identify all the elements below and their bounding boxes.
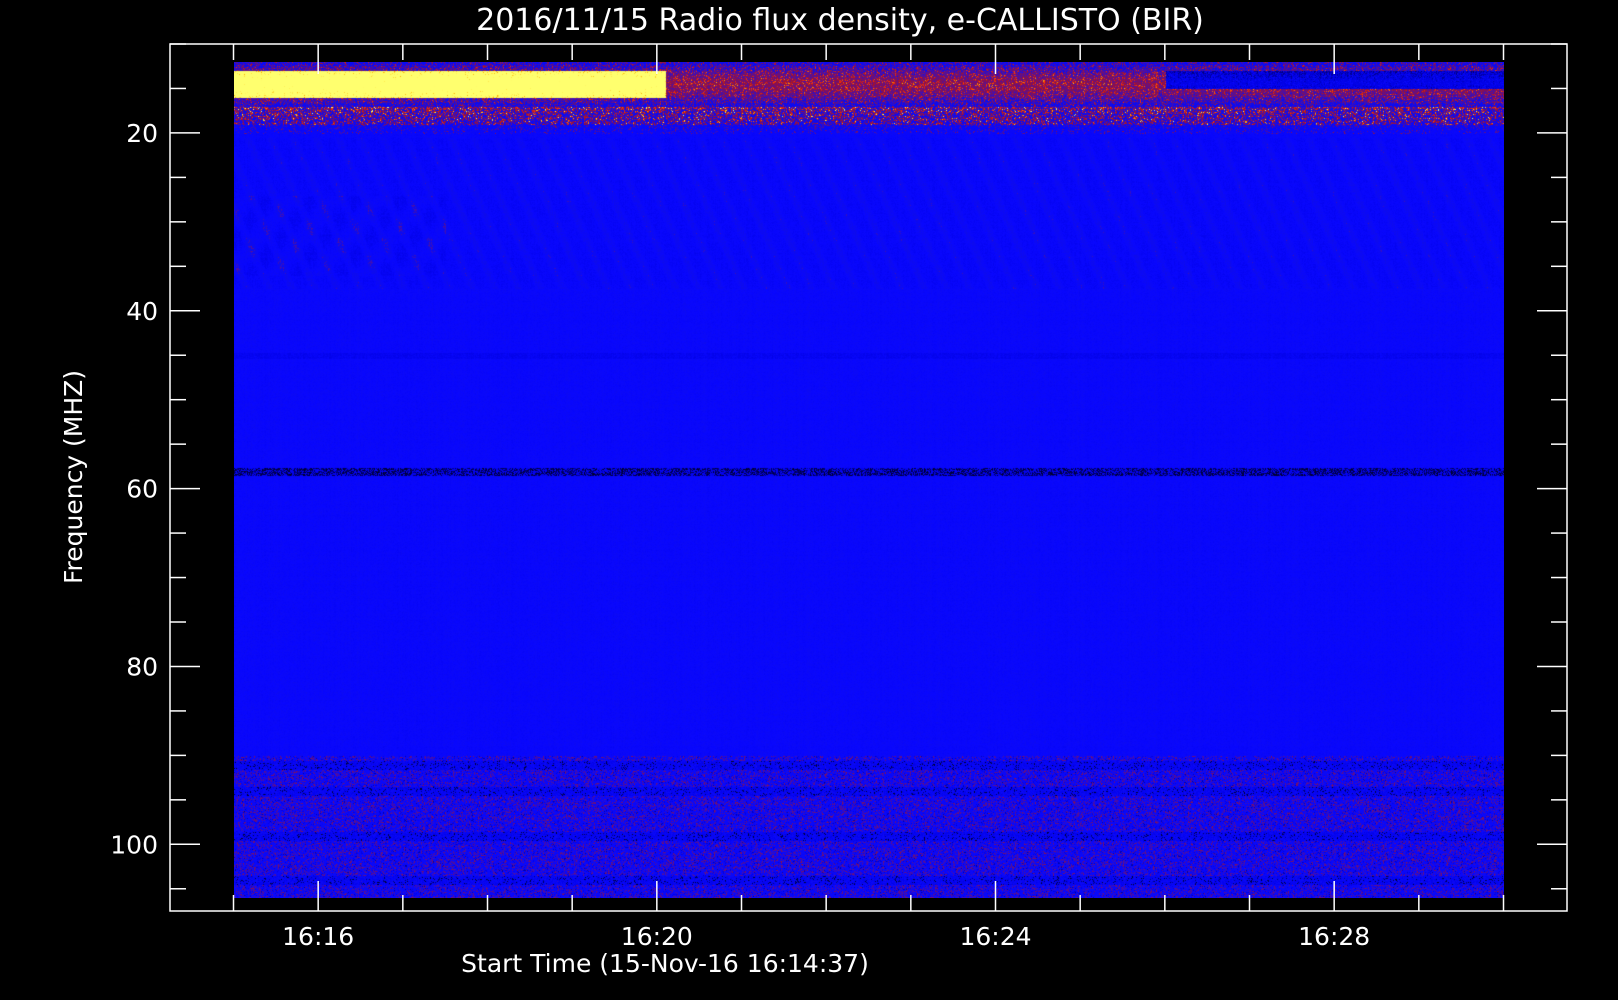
x-tick-label: 16:16 — [282, 922, 354, 951]
y-tick-label: 20 — [126, 119, 158, 148]
x-axis-title: Start Time (15-Nov-16 16:14:37) — [461, 949, 869, 978]
y-tick-label: 40 — [126, 297, 158, 326]
x-tick-label: 16:28 — [1298, 922, 1370, 951]
y-tick-label: 80 — [126, 652, 158, 681]
y-tick-label: 100 — [110, 830, 158, 859]
chart-title: 2016/11/15 Radio flux density, e-CALLIST… — [476, 3, 1204, 38]
x-tick-label: 16:24 — [959, 922, 1031, 951]
y-axis-title: Frequency (MHZ) — [59, 370, 88, 584]
spectrogram-heatmap — [234, 62, 1504, 898]
y-tick-label: 60 — [126, 475, 158, 504]
heatmap-layer — [234, 62, 1504, 898]
spectrogram-chart: 2016/11/15 Radio flux density, e-CALLIST… — [0, 0, 1618, 1000]
x-tick-label: 16:20 — [621, 922, 693, 951]
